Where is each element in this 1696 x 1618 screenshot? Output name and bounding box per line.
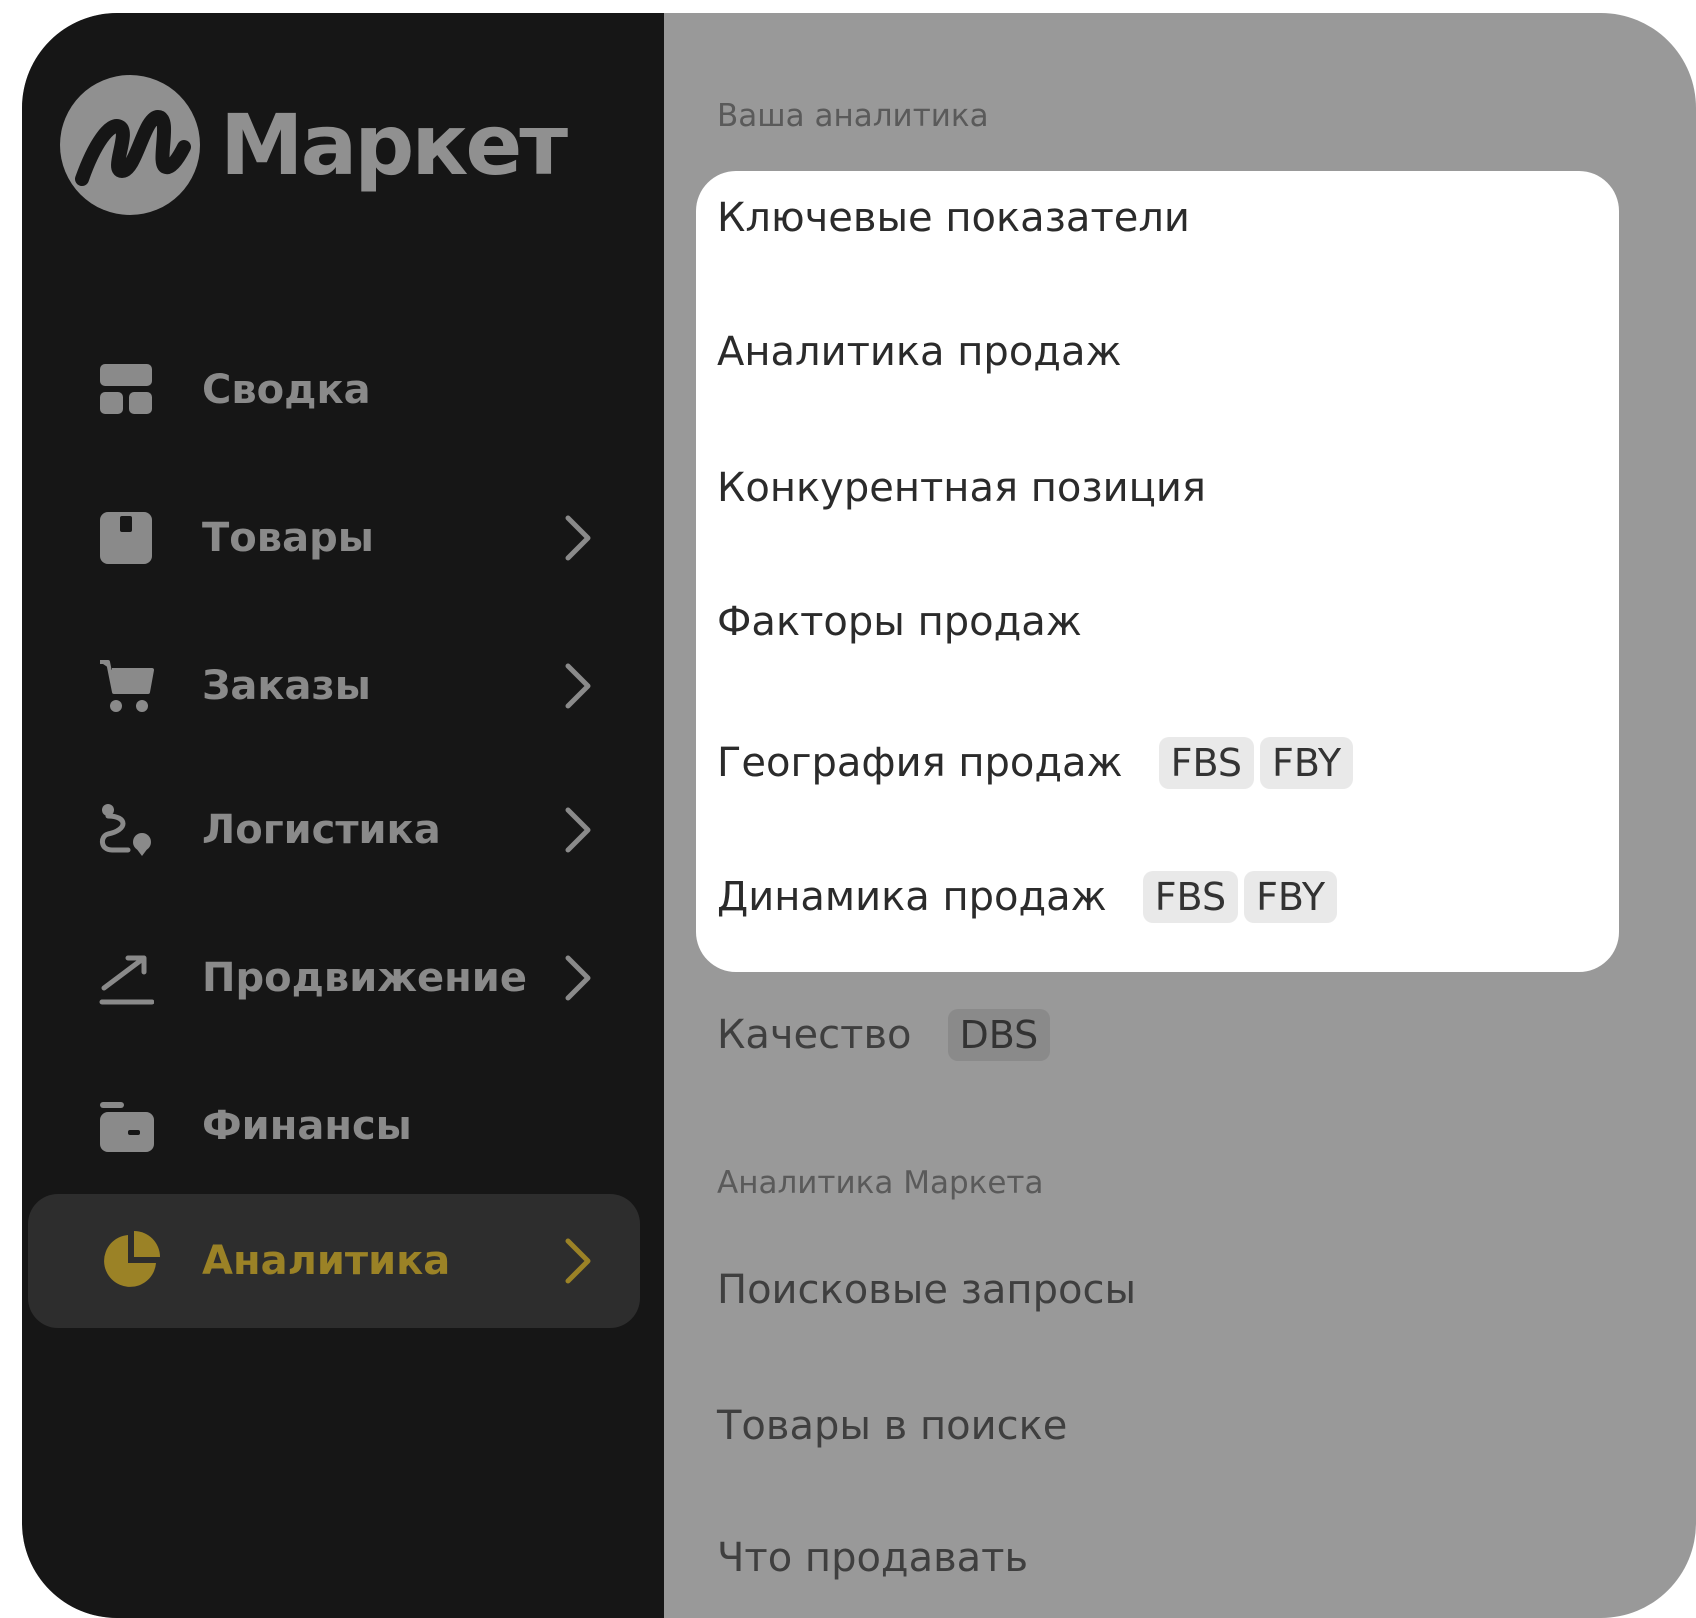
sidebar-item-finance[interactable]: Финансы xyxy=(22,1059,642,1193)
submenu-item-label: Поисковые запросы xyxy=(717,1267,1137,1313)
submenu-item-label: География продаж xyxy=(717,740,1123,786)
sidebar-item-label: Сводка xyxy=(202,367,371,413)
submenu-item-label: Факторы продаж xyxy=(717,599,1082,645)
sidebar-item-orders[interactable]: Заказы xyxy=(22,619,642,753)
chevron-right-icon xyxy=(565,1238,591,1284)
submenu-item-label: Ключевые показатели xyxy=(717,195,1190,241)
sidebar-item-label: Заказы xyxy=(202,663,371,709)
section-title-your-analytics: Ваша аналитика xyxy=(717,98,989,134)
badge-fby: FBY xyxy=(1244,871,1338,923)
trend-up-icon xyxy=(99,955,154,1005)
chevron-right-icon xyxy=(565,663,591,709)
wallet-icon xyxy=(100,1102,154,1152)
brand-name: Маркет xyxy=(220,96,568,194)
sidebar-item-label: Логистика xyxy=(202,807,441,853)
submenu-item-label: Аналитика продаж xyxy=(717,329,1122,375)
brand-logo[interactable]: Маркет xyxy=(60,75,568,215)
section-title-market-analytics: Аналитика Маркета xyxy=(717,1165,1044,1201)
sidebar-item-promotion[interactable]: Продвижение xyxy=(22,911,642,1045)
badge-dbs: DBS xyxy=(947,1009,1051,1061)
submenu-item-label: Товары в поиске xyxy=(717,1403,1068,1449)
submenu-item-label: Что продавать xyxy=(717,1535,1029,1581)
market-logo-icon xyxy=(60,75,200,215)
badge-fbs: FBS xyxy=(1142,871,1239,923)
route-icon xyxy=(100,804,151,856)
sidebar-item-products[interactable]: Товары xyxy=(22,471,642,605)
sidebar-item-label: Продвижение xyxy=(202,955,527,1001)
sidebar-item-label: Товары xyxy=(202,515,374,561)
submenu-item-sales-analytics[interactable]: Аналитика продаж xyxy=(717,329,1122,375)
submenu-item-search-queries[interactable]: Поисковые запросы xyxy=(717,1267,1136,1313)
badge-fby: FBY xyxy=(1259,737,1354,789)
pie-chart-icon xyxy=(104,1231,160,1287)
submenu-item-label: Качество xyxy=(717,1012,912,1058)
sidebar-item-label: Аналитика xyxy=(202,1238,451,1284)
submenu-item-products-in-search[interactable]: Товары в поиске xyxy=(717,1403,1067,1449)
badge-fbs: FBS xyxy=(1158,737,1254,789)
sidebar-item-logistics[interactable]: Логистика xyxy=(22,763,642,897)
submenu-item-label: Конкурентная позиция xyxy=(717,465,1206,511)
chevron-right-icon xyxy=(565,807,591,853)
sidebar-item-analytics[interactable]: Аналитика xyxy=(28,1194,640,1328)
app-window: Маркет Сводка Товары Заказы Логистика Пр… xyxy=(22,13,1696,1618)
submenu-item-competitive-position[interactable]: Конкурентная позиция xyxy=(717,465,1206,511)
dashboard-icon xyxy=(100,364,152,414)
highlight-card xyxy=(696,171,1619,972)
submenu-item-sales-geography[interactable]: География продаж FBS FBY xyxy=(717,737,1354,789)
box-icon xyxy=(100,512,152,564)
submenu-item-sales-dynamics[interactable]: Динамика продаж FBS FBY xyxy=(717,871,1338,923)
submenu-item-label: Динамика продаж xyxy=(717,874,1107,920)
sidebar-item-label: Финансы xyxy=(202,1103,412,1149)
submenu-item-what-to-sell[interactable]: Что продавать xyxy=(717,1535,1028,1581)
chevron-right-icon xyxy=(565,955,591,1001)
submenu-item-sales-factors[interactable]: Факторы продаж xyxy=(717,599,1082,645)
submenu-item-quality[interactable]: Качество DBS xyxy=(717,1009,1051,1061)
analytics-submenu: Ваша аналитика Ключевые показатели Анали… xyxy=(664,13,1696,1618)
sidebar: Маркет Сводка Товары Заказы Логистика Пр… xyxy=(22,13,664,1618)
submenu-item-key-metrics[interactable]: Ключевые показатели xyxy=(717,195,1190,241)
sidebar-item-summary[interactable]: Сводка xyxy=(22,323,642,457)
cart-icon xyxy=(100,660,154,712)
chevron-right-icon xyxy=(565,515,591,561)
